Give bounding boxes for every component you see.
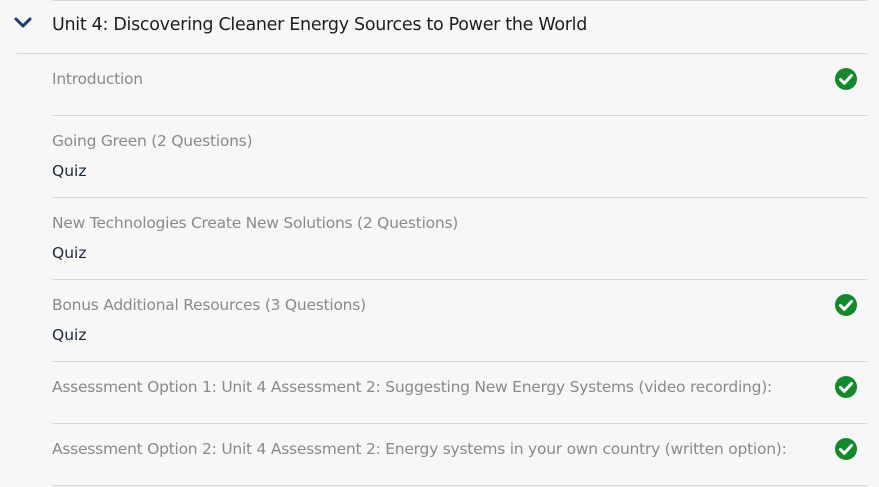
unit-header[interactable]: Unit 4: Discovering Cleaner Energy Sourc…: [0, 0, 879, 53]
lesson-item-assessment-option-1[interactable]: Assessment Option 1: Unit 4 Assessment 2…: [52, 362, 867, 424]
lesson-type-label: Quiz: [52, 326, 87, 344]
lesson-type-label: Quiz: [52, 244, 87, 262]
check-circle-icon: [835, 68, 857, 90]
lesson-item-new-technologies[interactable]: New Technologies Create New Solutions (2…: [52, 198, 867, 280]
course-outline: Unit 4: Discovering Cleaner Energy Sourc…: [0, 0, 879, 487]
lesson-title: Assessment Option 2: Unit 4 Assessment 2…: [52, 440, 787, 458]
unit-title: Unit 4: Discovering Cleaner Energy Sourc…: [52, 15, 588, 35]
lesson-title: Introduction: [52, 70, 143, 88]
item-divider: [52, 485, 867, 486]
lesson-title: Assessment Option 1: Unit 4 Assessment 2…: [52, 378, 772, 396]
lesson-type-label: Quiz: [52, 162, 87, 180]
chevron-down-icon[interactable]: [13, 16, 33, 30]
check-circle-icon: [835, 376, 857, 398]
lesson-item-bonus-resources[interactable]: Bonus Additional Resources (3 Questions)…: [52, 280, 867, 362]
lesson-title: Bonus Additional Resources (3 Questions): [52, 296, 366, 314]
check-circle-icon: [835, 438, 857, 460]
lesson-item-assessment-option-2[interactable]: Assessment Option 2: Unit 4 Assessment 2…: [52, 424, 867, 486]
lesson-title: New Technologies Create New Solutions (2…: [52, 214, 459, 232]
lesson-title: Going Green (2 Questions): [52, 132, 253, 150]
check-circle-icon: [835, 294, 857, 316]
lesson-item-going-green[interactable]: Going Green (2 Questions) Quiz: [52, 116, 867, 198]
lesson-item-introduction[interactable]: Introduction: [52, 54, 867, 116]
